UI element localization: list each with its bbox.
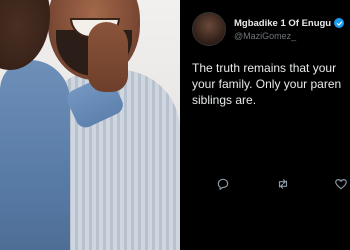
- tweet-text-line: your family. Only your paren: [192, 77, 342, 91]
- display-name[interactable]: Mgbadike 1 Of Enugu: [234, 18, 331, 29]
- tweet-text-line: siblings are.: [192, 93, 257, 107]
- woman-hand: [88, 22, 128, 92]
- woman-hair: [0, 0, 50, 70]
- heart-icon[interactable]: [332, 175, 350, 193]
- tweet-text: The truth remains that your your family.…: [192, 60, 350, 108]
- woman-denim-sleeve: [0, 60, 70, 250]
- avatar[interactable]: [192, 12, 226, 46]
- retweet-icon[interactable]: [274, 175, 292, 193]
- tweet-card: Mgbadike 1 Of Enugu @MaziGomez_ The trut…: [180, 0, 350, 250]
- reply-icon[interactable]: [214, 175, 232, 193]
- verified-badge-icon: [334, 18, 345, 28]
- name-row: Mgbadike 1 Of Enugu: [234, 18, 345, 29]
- author-info: Mgbadike 1 Of Enugu @MaziGomez_: [234, 18, 345, 41]
- tweet-action-bar: [180, 175, 350, 195]
- couple-photo: [0, 0, 180, 250]
- tweet-header: Mgbadike 1 Of Enugu @MaziGomez_: [192, 12, 345, 46]
- user-handle[interactable]: @MaziGomez_: [234, 31, 344, 41]
- tweet-text-line: The truth remains that your: [192, 61, 337, 75]
